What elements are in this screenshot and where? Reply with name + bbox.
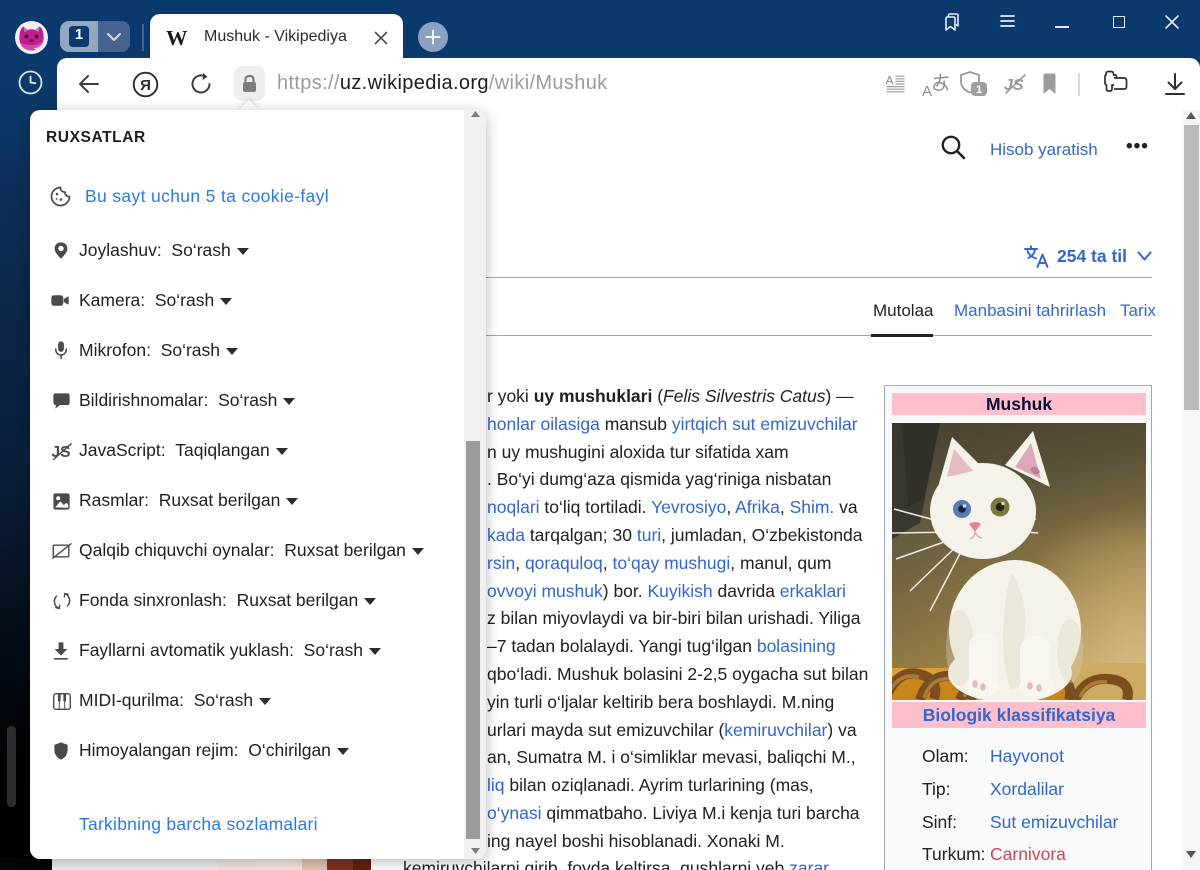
svg-text:A: A	[886, 75, 894, 88]
svg-text:A: A	[922, 83, 932, 97]
svg-text:Я: Я	[140, 77, 151, 94]
svg-text:1: 1	[976, 84, 982, 96]
